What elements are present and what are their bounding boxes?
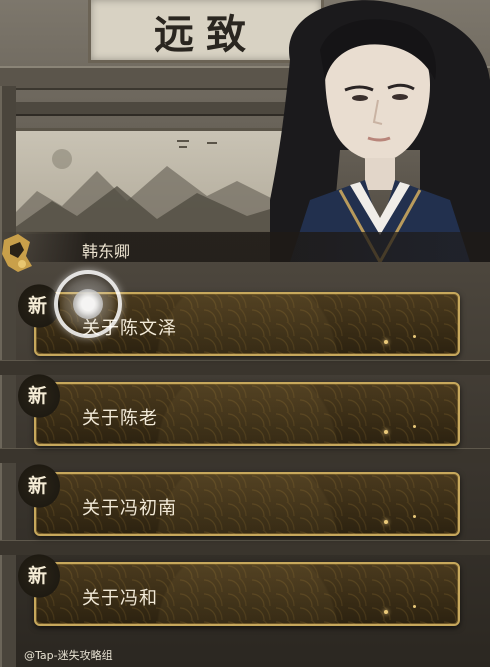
- speaker-name-bar: [0, 232, 490, 262]
- dialog-option-feng-chunan[interactable]: 关于冯初南: [34, 472, 460, 536]
- sparkle-icon: [384, 610, 388, 614]
- touch-cursor-center: [73, 289, 103, 319]
- option-label: 关于冯和: [82, 588, 158, 609]
- sparkle-icon: [384, 430, 388, 434]
- new-badge: 新: [18, 554, 60, 598]
- new-badge: 新: [18, 464, 60, 508]
- sparkle-icon: [413, 335, 416, 338]
- option-label: 关于陈老: [82, 408, 158, 429]
- landscape-painting-art: [7, 140, 297, 231]
- sparkle-icon: [384, 340, 388, 344]
- new-badge-text: 新: [28, 295, 48, 317]
- touch-cursor-indicator: [54, 270, 122, 338]
- new-badge-text: 新: [28, 475, 48, 497]
- wall-panel-trim: [0, 360, 490, 375]
- watermark-text: @Tap-迷失攻略组: [24, 649, 113, 662]
- dialog-option-chen-lao[interactable]: 关于陈老: [34, 382, 460, 446]
- sparkle-icon: [384, 520, 388, 524]
- gold-ornament-icon: [2, 234, 32, 272]
- wall-column-left: [0, 86, 16, 667]
- dialog-option-feng-he[interactable]: 关于冯和: [34, 562, 460, 626]
- new-badge-text: 新: [28, 565, 48, 587]
- new-badge: 新: [18, 374, 60, 418]
- landscape-painting: [4, 128, 300, 234]
- character-portrait: [270, 0, 490, 262]
- sparkle-icon: [413, 605, 416, 608]
- wall-panel-trim: [0, 448, 490, 463]
- speaker-name: 韩东卿: [82, 242, 131, 261]
- option-label: 关于冯初南: [82, 498, 177, 519]
- sparkle-icon: [413, 425, 416, 428]
- wall-panel-trim: [0, 540, 490, 555]
- new-badge-text: 新: [28, 385, 48, 407]
- sparkle-icon: [413, 515, 416, 518]
